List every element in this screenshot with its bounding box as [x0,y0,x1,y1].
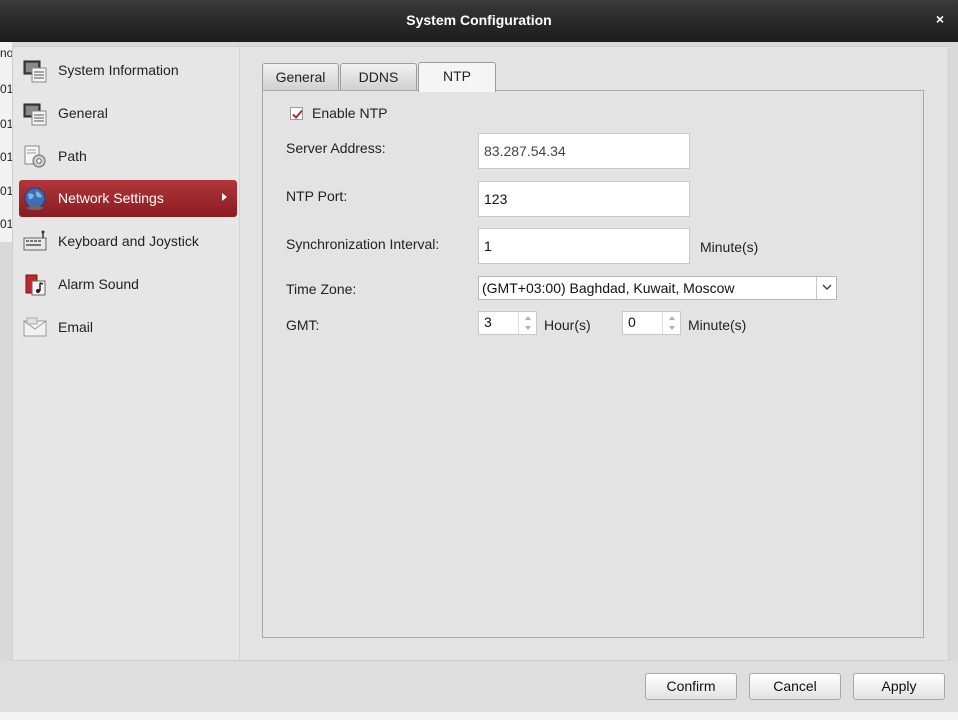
tab-ddns[interactable]: DDNS [340,63,417,91]
sidebar-item-label: Network Settings [58,190,164,206]
dialog-content: System Information General Path Network … [12,46,949,661]
confirm-button[interactable]: Confirm [645,673,737,700]
time-zone-value: (GMT+03:00) Baghdad, Kuwait, Moscow [482,280,735,296]
monitor-list-icon [23,103,47,126]
gmt-hours-value: 3 [484,314,492,330]
time-zone-label: Time Zone: [286,281,357,297]
server-address-input[interactable] [478,133,690,169]
apply-button[interactable]: Apply [853,673,945,700]
stepper-arrows[interactable] [662,312,680,334]
check-icon [292,109,303,119]
sync-interval-unit: Minute(s) [700,239,759,255]
sidebar-item-label: General [58,105,108,121]
stepper-up-icon[interactable] [525,316,531,320]
globe-icon [24,187,46,210]
sidebar-item-alarm-sound[interactable]: Alarm Sound [19,266,237,303]
sidebar-item-label: Alarm Sound [58,276,139,292]
tab-general[interactable]: General [262,63,339,91]
sidebar-item-path[interactable]: Path [19,138,237,175]
monitor-list-icon [23,60,47,83]
sync-interval-input[interactable] [478,228,690,264]
enable-ntp-checkbox[interactable] [290,107,303,120]
bottom-strip [0,712,958,720]
envelope-icon [23,317,47,337]
chevron-down-icon[interactable] [816,277,836,299]
ntp-port-label: NTP Port: [286,188,348,204]
sidebar-item-general[interactable]: General [19,95,237,132]
sidebar-item-label: System Information [58,62,179,78]
sidebar: System Information General Path Network … [13,47,240,660]
sidebar-item-email[interactable]: Email [19,309,237,346]
stepper-down-icon[interactable] [525,326,531,330]
cancel-button[interactable]: Cancel [749,673,841,700]
chevron-right-icon [222,193,227,201]
time-zone-select[interactable]: (GMT+03:00) Baghdad, Kuwait, Moscow [478,276,837,300]
alarm-music-icon [25,274,46,296]
sidebar-item-label: Path [58,148,87,164]
keyboard-icon [23,230,47,251]
gmt-hours-stepper[interactable]: 3 [478,311,537,335]
stepper-arrows[interactable] [518,312,536,334]
ntp-port-input[interactable] [478,181,690,217]
stepper-up-icon[interactable] [669,316,675,320]
close-icon[interactable]: × [934,12,946,26]
sidebar-item-network-settings[interactable]: Network Settings [19,180,237,217]
gmt-minutes-stepper[interactable]: 0 [622,311,681,335]
tab-ntp[interactable]: NTP [418,62,496,92]
stepper-down-icon[interactable] [669,326,675,330]
enable-ntp-label: Enable NTP [312,105,388,121]
sidebar-item-keyboard-and-joystick[interactable]: Keyboard and Joystick [19,223,237,260]
gear-doc-icon [24,145,46,168]
background-window-edge: no 01 01 01 01 01 [0,42,13,242]
sidebar-item-label: Email [58,319,94,335]
window-title: System Configuration [406,12,552,28]
sidebar-item-system-information[interactable]: System Information [19,52,237,89]
gmt-hours-unit: Hour(s) [544,317,591,333]
ntp-panel: Enable NTP Server Address: NTP Port: Syn… [262,90,924,638]
sync-interval-label: Synchronization Interval: [286,236,440,252]
title-bar: System Configuration × [0,0,958,42]
gmt-minutes-value: 0 [628,314,636,330]
gmt-minutes-unit: Minute(s) [688,317,747,333]
server-address-label: Server Address: [286,140,386,156]
sidebar-item-label: Keyboard and Joystick [58,233,199,249]
gmt-label: GMT: [286,317,320,333]
